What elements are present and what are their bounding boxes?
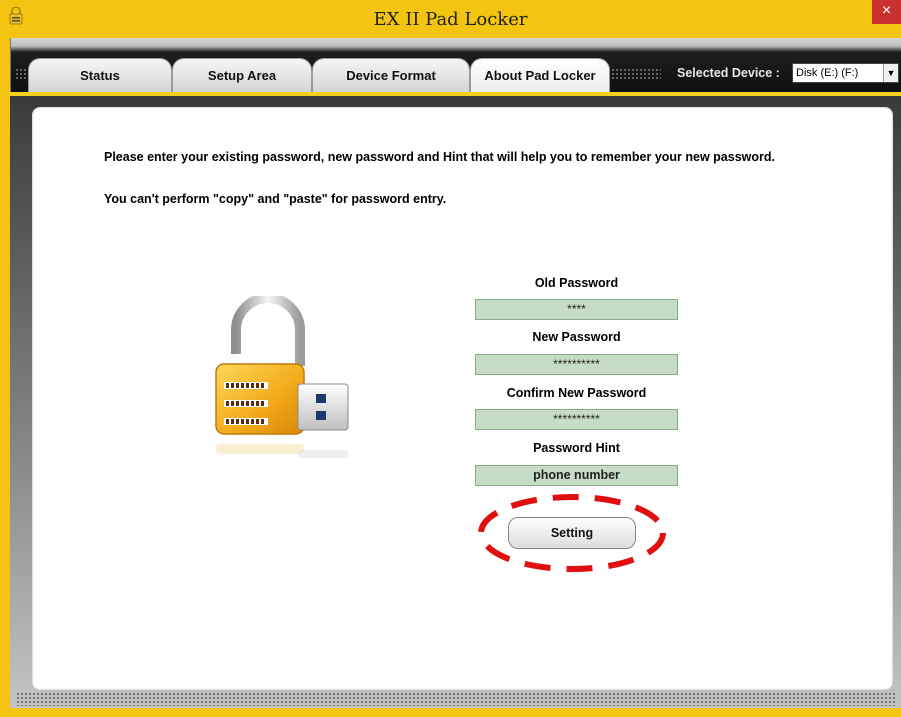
title-bar: EX II Pad Locker × <box>0 0 901 38</box>
selected-device-label: Selected Device : <box>677 66 780 80</box>
tab-status[interactable]: Status <box>28 58 172 94</box>
new-password-field[interactable]: ********** <box>475 354 678 375</box>
close-button[interactable]: × <box>872 0 901 24</box>
password-hint-field[interactable]: phone number <box>475 465 678 486</box>
chevron-down-icon: ▼ <box>883 64 898 82</box>
usb-lock-icon <box>215 296 349 458</box>
old-password-label: Old Password <box>534 276 619 290</box>
selected-device-value: Disk (E:) (F:) <box>796 67 859 79</box>
instruction-text: Please enter your existing password, new… <box>104 150 775 164</box>
old-password-field[interactable]: **** <box>475 299 678 320</box>
setting-button[interactable]: Setting <box>508 517 636 549</box>
confirm-password-label: Confirm New Password <box>506 386 647 400</box>
grip-dots <box>16 692 895 706</box>
app-window: EX II Pad Locker × Status Setup Area Dev… <box>0 0 901 717</box>
tab-device-format[interactable]: Device Format <box>312 58 470 94</box>
new-password-label: New Password <box>532 330 621 344</box>
selected-device-dropdown[interactable]: Disk (E:) (F:) ▼ <box>792 63 899 83</box>
tab-about-pad-locker[interactable]: About Pad Locker <box>470 58 610 94</box>
grip-dots <box>611 68 661 80</box>
copy-paste-warning: You can't perform "copy" and "paste" for… <box>104 192 447 206</box>
window-title: EX II Pad Locker <box>373 9 528 30</box>
tab-setup-area[interactable]: Setup Area <box>172 58 312 94</box>
close-icon: × <box>881 2 892 19</box>
password-hint-label: Password Hint <box>533 441 620 455</box>
confirm-password-field[interactable]: ********** <box>475 409 678 430</box>
